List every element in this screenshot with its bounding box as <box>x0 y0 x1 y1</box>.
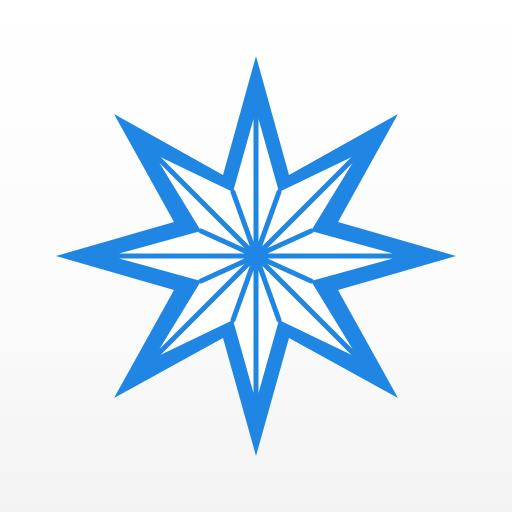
app-icon <box>0 0 512 512</box>
star-center-dot <box>244 244 268 268</box>
eight-point-star-icon <box>56 56 456 456</box>
